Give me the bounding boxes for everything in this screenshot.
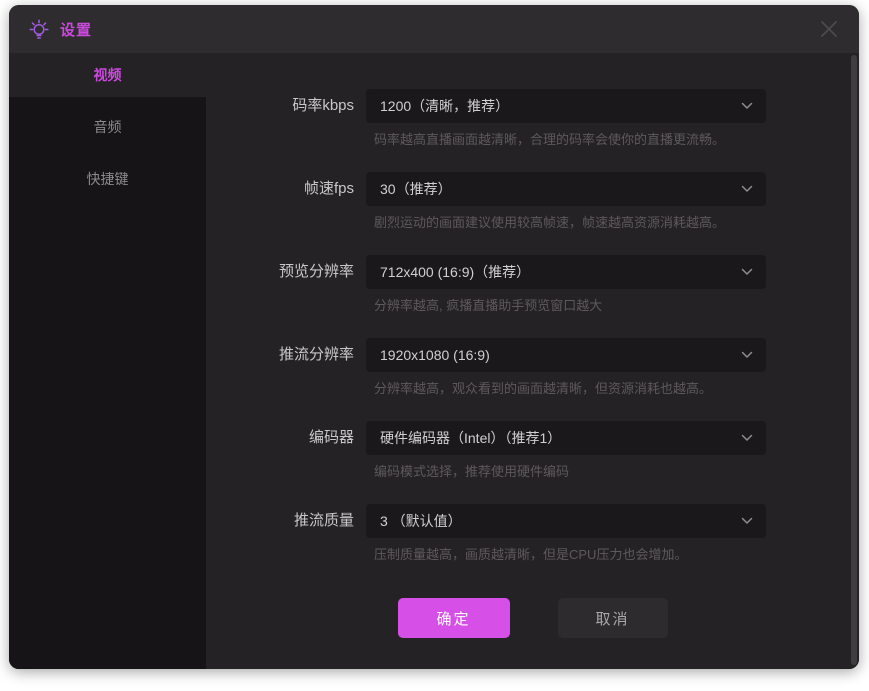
titlebar: 设置 (9, 5, 859, 53)
dropdown-value: 30（推荐） (380, 179, 452, 199)
close-icon[interactable] (815, 15, 843, 43)
field-label: 帧速fps (206, 172, 354, 232)
field-hint: 编码模式选择，推荐使用硬件编码 (374, 463, 766, 481)
bulb-icon (27, 15, 51, 43)
cancel-button[interactable]: 取消 (558, 598, 668, 638)
ok-button[interactable]: 确定 (398, 598, 510, 638)
form-row: 预览分辨率 712x400 (16:9)（推荐） 分辨率越高, 疯播直播助手预览… (206, 255, 859, 315)
dropdown-select[interactable]: 1920x1080 (16:9) (366, 338, 766, 372)
dropdown-value: 硬件编码器（Intel）（推荐1） (380, 428, 561, 448)
field-label: 推流分辨率 (206, 338, 354, 398)
form-row: 码率kbps 1200（清晰，推荐） 码率越高直播画面越清晰，合理的码率会使你的… (206, 89, 859, 149)
window-title: 设置 (60, 19, 92, 40)
sidebar-item-label: 视频 (94, 65, 122, 85)
sidebar-item-0[interactable]: 视频 (9, 53, 206, 97)
dropdown-select[interactable]: 30（推荐） (366, 172, 766, 206)
field-label: 码率kbps (206, 89, 354, 149)
chevron-down-icon (741, 517, 753, 525)
field-hint: 码率越高直播画面越清晰，合理的码率会使你的直播更流畅。 (374, 131, 766, 149)
settings-panel-video: 码率kbps 1200（清晰，推荐） 码率越高直播画面越清晰，合理的码率会使你的… (206, 53, 859, 669)
field-hint: 剧烈运动的画面建议使用较高帧速，帧速越高资源消耗越高。 (374, 214, 766, 232)
sidebar-item-1[interactable]: 音频 (9, 105, 206, 149)
form-rows: 码率kbps 1200（清晰，推荐） 码率越高直播画面越清晰，合理的码率会使你的… (206, 89, 859, 564)
dropdown-select[interactable]: 3 （默认值） (366, 504, 766, 538)
dropdown-select[interactable]: 硬件编码器（Intel）（推荐1） (366, 421, 766, 455)
vertical-scrollbar[interactable] (851, 55, 857, 665)
sidebar-item-label: 音频 (94, 117, 122, 137)
field-hint: 分辨率越高, 疯播直播助手预览窗口越大 (374, 297, 766, 315)
field-label: 编码器 (206, 421, 354, 481)
footer: 确定 取消 (206, 598, 859, 638)
dropdown-value: 1200（清晰，推荐） (380, 96, 509, 116)
sidebar-item-label: 快捷键 (87, 169, 129, 189)
form-row: 推流质量 3 （默认值） 压制质量越高，画质越清晰，但是CPU压力也会增加。 (206, 504, 859, 564)
form-row: 推流分辨率 1920x1080 (16:9) 分辨率越高，观众看到的画面越清晰，… (206, 338, 859, 398)
chevron-down-icon (741, 185, 753, 193)
dropdown-value: 3 （默认值） (380, 511, 462, 531)
dropdown-value: 712x400 (16:9)（推荐） (380, 262, 530, 282)
chevron-down-icon (741, 102, 753, 110)
sidebar: 视频 音频 快捷键 (9, 53, 206, 669)
field-label: 预览分辨率 (206, 255, 354, 315)
form-row: 帧速fps 30（推荐） 剧烈运动的画面建议使用较高帧速，帧速越高资源消耗越高。 (206, 172, 859, 232)
chevron-down-icon (741, 351, 753, 359)
dropdown-select[interactable]: 1200（清晰，推荐） (366, 89, 766, 123)
field-hint: 分辨率越高，观众看到的画面越清晰，但资源消耗也越高。 (374, 380, 766, 398)
form-row: 编码器 硬件编码器（Intel）（推荐1） 编码模式选择，推荐使用硬件编码 (206, 421, 859, 481)
dropdown-value: 1920x1080 (16:9) (380, 347, 490, 363)
chevron-down-icon (741, 434, 753, 442)
field-label: 推流质量 (206, 504, 354, 564)
sidebar-item-2[interactable]: 快捷键 (9, 157, 206, 201)
settings-window: 设置 视频 音频 快捷键 码率kbps 1200（清晰，推荐） (9, 5, 859, 669)
chevron-down-icon (741, 268, 753, 276)
field-hint: 压制质量越高，画质越清晰，但是CPU压力也会增加。 (374, 546, 766, 564)
window-body: 视频 音频 快捷键 码率kbps 1200（清晰，推荐） 码率越高直播画面越清晰… (9, 53, 859, 669)
dropdown-select[interactable]: 712x400 (16:9)（推荐） (366, 255, 766, 289)
